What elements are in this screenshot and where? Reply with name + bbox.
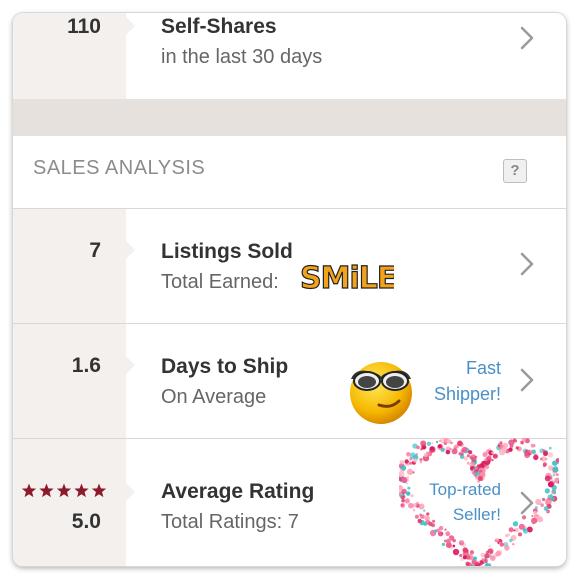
row-notch	[126, 241, 135, 259]
fast-shipper-badge-line2: Shipper!	[433, 384, 501, 404]
days-to-ship-value: 1.6	[71, 354, 101, 377]
row-self-shares[interactable]: 110 Self-Shares in the last 30 days	[13, 13, 566, 99]
star-icon	[21, 483, 37, 498]
star-icon	[56, 483, 72, 498]
sunglasses-smiley-icon	[350, 362, 412, 424]
section-title: SALES ANALYSIS	[33, 157, 206, 179]
self-shares-subtitle: in the last 30 days	[161, 46, 323, 68]
sales-stats-panel: 110 Self-Shares in the last 30 days SALE…	[13, 13, 566, 566]
row-value-column	[13, 439, 126, 566]
fast-shipper-badge-line1: Fast	[465, 358, 501, 378]
help-icon[interactable]: ?	[503, 159, 527, 183]
total-earned-label: Total Earned:	[161, 271, 279, 293]
self-shares-count: 110	[67, 15, 101, 38]
smile-sticker-text: SMiLE	[300, 261, 394, 294]
star-icon	[39, 483, 54, 498]
listings-sold-count: 7	[89, 239, 101, 262]
days-to-ship-title: Days to Ship	[161, 355, 289, 378]
section-divider-band	[13, 99, 566, 136]
chevron-right-icon[interactable]	[520, 368, 534, 392]
row-notch	[126, 483, 135, 501]
total-ratings-label: Total Ratings: 7	[161, 511, 299, 533]
row-value-column	[13, 324, 126, 438]
row-value-column	[13, 209, 126, 323]
self-shares-title: Self-Shares	[161, 15, 277, 38]
average-rating-title: Average Rating	[161, 480, 315, 503]
top-rated-badge-line1: Top-rated	[429, 480, 501, 499]
listings-sold-title: Listings Sold	[161, 240, 293, 263]
row-notch	[126, 17, 135, 35]
row-listings-sold[interactable]: 7 Listings Sold Total Earned:	[13, 209, 566, 323]
star-icon	[74, 483, 89, 498]
row-days-to-ship[interactable]: 1.6 Days to Ship On Average Fast Shipper…	[13, 324, 566, 438]
star-rating	[21, 483, 107, 498]
top-rated-badge-line2: Seller!	[452, 505, 501, 524]
average-rating-value: 5.0	[71, 510, 101, 533]
star-icon	[91, 483, 107, 498]
smile-sticker: SMiLE	[300, 260, 394, 294]
row-notch	[126, 356, 135, 374]
days-to-ship-subtitle: On Average	[161, 386, 267, 408]
chevron-right-icon[interactable]	[520, 252, 534, 276]
chevron-right-icon[interactable]	[520, 26, 534, 50]
